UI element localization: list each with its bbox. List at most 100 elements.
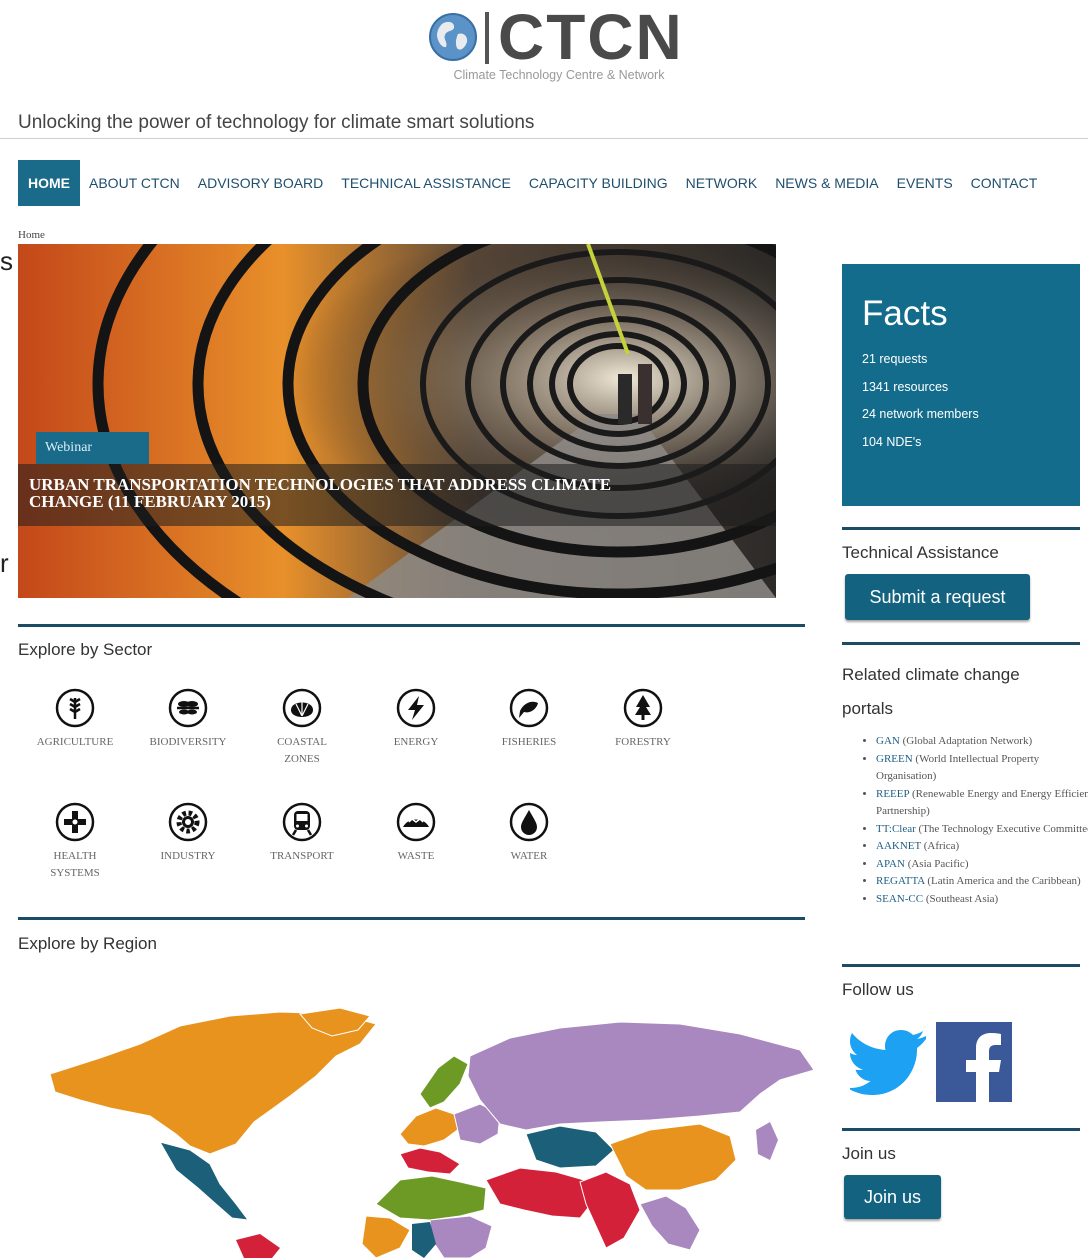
nav-item-network[interactable]: NETWORK (677, 160, 767, 206)
sector-forestry[interactable]: FORESTRY (593, 688, 693, 751)
nav-item-capacity-building[interactable]: CAPACITY BUILDING (520, 160, 677, 206)
facts-panel: Facts 21 requests 1341 resources 24 netw… (842, 264, 1080, 506)
sector-energy[interactable]: ENERGY (366, 688, 466, 751)
ctcn-logo[interactable]: CTCN Climate Technology Centre & Network (428, 1, 698, 86)
facebook-icon[interactable] (936, 1022, 1012, 1102)
sidebar-divider (842, 1128, 1080, 1131)
hero-caption: Urban transportation technologies that a… (18, 464, 776, 526)
facts-title: Facts (862, 294, 948, 333)
sector-label: HEALTH SYSTEMS (50, 850, 100, 879)
wheat-icon (55, 688, 95, 728)
sector-label: AGRICULTURE (36, 736, 114, 748)
sector-transport[interactable]: TRANSPORT (252, 802, 352, 865)
region-europe-south (399, 1147, 461, 1175)
sector-label: BIODIVERSITY (149, 736, 227, 748)
webinar-badge: Webinar (36, 432, 149, 464)
region-africa-north (375, 1175, 487, 1221)
portal-link[interactable]: REEEP (876, 788, 909, 800)
gear-icon (168, 802, 208, 842)
region-africa-east (429, 1215, 493, 1258)
section-divider (18, 917, 805, 920)
portal-item: GAN (Global Adaptation Network) (876, 733, 1088, 751)
hero-image (18, 244, 776, 598)
nav-item-advisory-board[interactable]: ADVISORY BOARD (189, 160, 333, 206)
portal-link[interactable]: TT:Clear (876, 823, 916, 835)
fact-item: 24 network members (862, 407, 979, 421)
twitter-icon[interactable] (850, 1022, 928, 1100)
portal-item: AAKNET (Africa) (876, 838, 1088, 856)
train-icon (282, 802, 322, 842)
nav-item-events[interactable]: EVENTS (888, 160, 962, 206)
portal-item: APAN (Asia Pacific) (876, 856, 1088, 874)
sector-coastal-zones[interactable]: COASTAL ZONES (252, 688, 352, 768)
portal-link[interactable]: AAKNET (876, 840, 921, 852)
portals-heading: Related climate change portals (842, 665, 1020, 718)
sector-label: FORESTRY (615, 736, 671, 748)
logo-divider (485, 12, 489, 64)
portal-item: TT:Clear (The Technology Executive Commi… (876, 821, 1088, 839)
breadcrumb[interactable]: Home (18, 229, 45, 241)
region-heading: Explore by Region (18, 934, 157, 953)
region-east-asia (609, 1123, 737, 1191)
region-central-asia (525, 1125, 615, 1169)
sector-waste[interactable]: WASTE (366, 802, 466, 865)
fact-item: 1341 resources (862, 379, 949, 394)
sector-label: WASTE (397, 850, 435, 862)
region-europe-north (419, 1055, 469, 1109)
region-japan (756, 1122, 778, 1160)
logo-wordmark: CTCN (498, 1, 684, 73)
sector-label: WATER (510, 850, 548, 862)
submit-request-button[interactable]: Submit a request (845, 574, 1030, 620)
region-central-america (158, 1141, 250, 1221)
region-north-asia (467, 1021, 815, 1131)
sector-label: TRANSPORT (270, 850, 334, 862)
portal-link[interactable]: GREEN (876, 753, 913, 765)
portal-item: REEEP (Renewable Energy and Energy Effic… (876, 786, 1088, 821)
fish-icon (509, 688, 549, 728)
region-caribbean (236, 1234, 280, 1258)
fact-item: 21 requests (862, 352, 928, 366)
world-region-map[interactable] (40, 1004, 820, 1258)
region-southeast-asia (639, 1195, 701, 1251)
sector-health-systems[interactable]: HEALTH SYSTEMS (25, 802, 125, 882)
tagline: Unlocking the power of technology for cl… (18, 112, 535, 133)
sidebar-divider (842, 642, 1080, 645)
sector-fisheries[interactable]: FISHERIES (479, 688, 579, 751)
nav-item-contact[interactable]: CONTACT (962, 160, 1047, 206)
sector-water[interactable]: WATER (479, 802, 579, 865)
sector-heading: Explore by Sector (18, 640, 153, 659)
medical-icon (55, 802, 95, 842)
region-middle-east (485, 1167, 595, 1219)
edge-fragment: s (0, 246, 13, 276)
portal-link[interactable]: APAN (876, 858, 905, 870)
sidebar-divider (842, 964, 1080, 967)
nav-item-about[interactable]: ABOUT CTCN (80, 160, 189, 206)
portal-item: REGATTA (Latin America and the Caribbean… (876, 873, 1088, 891)
main-nav: HOME ABOUT CTCN ADVISORY BOARD TECHNICAL… (18, 160, 1046, 206)
landfill-icon (396, 802, 436, 842)
region-africa-west (361, 1215, 411, 1258)
portal-list: GAN (Global Adaptation Network) GREEN (W… (862, 733, 1088, 908)
tree-icon (623, 688, 663, 728)
sector-label: ENERGY (393, 736, 439, 748)
globe-icon (429, 13, 477, 61)
portal-item: SEAN-CC (Southeast Asia) (876, 891, 1088, 909)
hero-title[interactable]: Urban transportation technologies that a… (29, 476, 629, 510)
nav-item-technical-assistance[interactable]: TECHNICAL ASSISTANCE (332, 160, 520, 206)
hero-slide[interactable]: Webinar Urban transportation technologie… (18, 244, 776, 598)
portal-link[interactable]: SEAN-CC (876, 893, 923, 905)
region-europe-west (399, 1107, 461, 1147)
sector-biodiversity[interactable]: BIODIVERSITY (138, 688, 238, 751)
portal-link[interactable]: GAN (876, 735, 900, 747)
fact-item: 104 NDE's (862, 434, 922, 449)
nav-item-news-media[interactable]: NEWS & MEDIA (766, 160, 887, 206)
portal-link[interactable]: REGATTA (876, 875, 925, 887)
dragonfly-icon (168, 688, 208, 728)
sector-label: COASTAL ZONES (277, 736, 327, 765)
edge-fragment: r (0, 548, 9, 578)
join-heading: Join us (842, 1144, 896, 1163)
join-us-button[interactable]: Join us (844, 1175, 941, 1219)
nav-item-home[interactable]: HOME (18, 160, 80, 206)
sector-industry[interactable]: INDUSTRY (138, 802, 238, 865)
sector-agriculture[interactable]: AGRICULTURE (25, 688, 125, 751)
